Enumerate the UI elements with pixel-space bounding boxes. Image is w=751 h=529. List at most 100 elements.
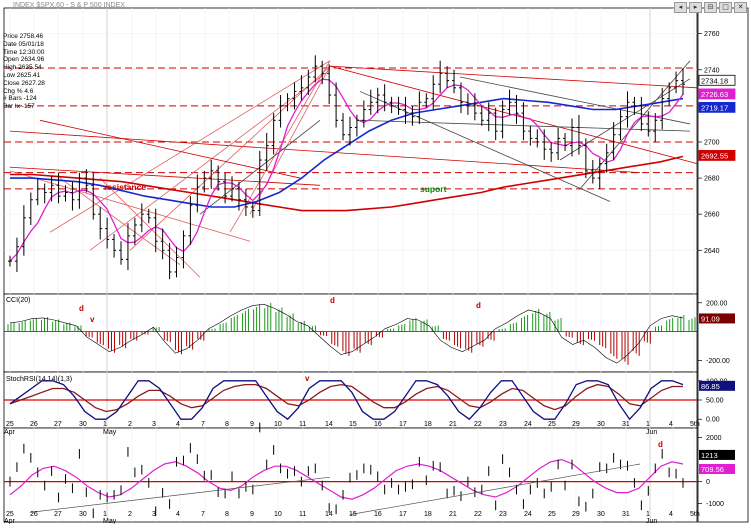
x-label-bottom-5: 2 xyxy=(128,511,132,518)
cci-ytick-label-1: -200.00 xyxy=(706,358,730,365)
x-label-top-9: 8 xyxy=(225,421,229,428)
price-ytick-label-5: 2740 xyxy=(704,67,720,74)
x-label-top-14: 15 xyxy=(349,421,357,428)
x-label-bottom-26: 1 xyxy=(646,511,650,518)
x-label-top-27: 4 xyxy=(669,421,673,428)
panel-frame-0 xyxy=(3,7,698,295)
window-buttons: ◂ ▸ ⊟ □ ✕ xyxy=(674,2,747,13)
annotation-suport: suport xyxy=(420,184,447,194)
x-label-top-0: 25 xyxy=(6,421,14,428)
x-label-bottom-24: 30 xyxy=(597,511,605,518)
stoch-title: StochRSI(14,14)(1,3) xyxy=(6,376,72,383)
cci-annotation-d-0: d xyxy=(79,304,84,313)
x-label-bottom-8: 7 xyxy=(201,511,205,518)
x-label-bottom-3: 30 xyxy=(79,511,87,518)
cci-title: CCI(20) xyxy=(6,297,31,304)
info-barix: Bar Ix -157 xyxy=(3,103,35,111)
cci-ytick-label-0: 200.00 xyxy=(706,300,728,307)
osc-ytick-label-1: 0 xyxy=(706,479,710,486)
x-label-bottom-23: 29 xyxy=(572,511,580,518)
scroll-right-button[interactable]: ▸ xyxy=(689,2,702,13)
x-label-top-12: 11 xyxy=(299,421,306,428)
x-label-bottom-27: 4 xyxy=(669,511,673,518)
x-label-bottom-7: 4 xyxy=(176,511,180,518)
x-label-bottom-28: 5th xyxy=(690,511,700,518)
close-button[interactable]: ✕ xyxy=(734,2,747,13)
x-label-bottom-14: 15 xyxy=(349,511,357,518)
maximize-button[interactable]: □ xyxy=(719,2,732,13)
x-label-top-17: 18 xyxy=(424,421,432,428)
level-label-1: 2726.63 xyxy=(701,90,728,99)
info-low: Low 2625.41 xyxy=(3,71,41,79)
window-title: INDEX $SPX,60 - S & P 500 INDEX xyxy=(13,2,125,9)
x-label-top-18: 21 xyxy=(449,421,457,428)
cci-annotation-d-2: d xyxy=(476,301,481,310)
osc-ytick-label-2: -1000 xyxy=(706,501,724,508)
x-label-top-16: 17 xyxy=(399,421,407,428)
x-label-bottom-10: 9 xyxy=(250,511,254,518)
price-ytick-label-6: 2760 xyxy=(704,31,720,38)
price-ytick-label-3: 2700 xyxy=(704,139,720,146)
x-label-bottom-1: 26 xyxy=(30,511,38,518)
price-info-box: Price 2758.46 Date 05/01/18 Time 12:30:0… xyxy=(3,33,45,111)
month-label-top-0: Apr xyxy=(4,429,16,436)
x-label-bottom-9: 8 xyxy=(225,511,229,518)
x-label-bottom-25: 31 xyxy=(622,511,630,518)
x-label-bottom-19: 22 xyxy=(474,511,482,518)
minimize-button[interactable]: ⊟ xyxy=(704,2,717,13)
cci-value-label: 91.09 xyxy=(701,314,720,323)
info-close: Close 2627.28 xyxy=(3,79,45,87)
price-ytick-label-0: 2640 xyxy=(704,248,720,255)
x-label-bottom-11: 10 xyxy=(274,511,282,518)
scroll-left-button[interactable]: ◂ xyxy=(674,2,687,13)
month-label-bottom-2: Jun xyxy=(646,518,657,524)
stoch-ytick-label-1: 50.00 xyxy=(706,398,724,405)
month-label-bottom-0: Apr xyxy=(4,518,16,524)
x-label-top-11: 10 xyxy=(274,421,282,428)
x-label-top-20: 23 xyxy=(499,421,507,428)
x-label-bottom-4: 1 xyxy=(103,511,107,518)
x-label-bottom-21: 24 xyxy=(524,511,532,518)
info-chg: Chg % 4.6 xyxy=(3,87,34,95)
cci-annotation-v: v xyxy=(90,315,95,324)
x-label-bottom-6: 3 xyxy=(152,511,156,518)
info-open: Open 2634.96 xyxy=(3,56,45,64)
x-label-bottom-18: 21 xyxy=(449,511,457,518)
x-label-top-8: 7 xyxy=(201,421,205,428)
level-label-3: 2692.55 xyxy=(701,151,728,160)
x-label-top-4: 1 xyxy=(103,421,107,428)
x-label-top-13: 14 xyxy=(325,421,333,428)
level-label-0: 2734.18 xyxy=(701,76,728,85)
info-date: Date 05/01/18 xyxy=(3,40,44,48)
x-label-top-10: 9 xyxy=(250,421,254,428)
x-label-top-7: 4 xyxy=(176,421,180,428)
x-label-top-23: 29 xyxy=(572,421,580,428)
x-label-bottom-20: 23 xyxy=(499,511,507,518)
info-bars: # Bars -124 xyxy=(3,95,37,103)
panel-frame-1 xyxy=(3,293,698,373)
x-label-top-3: 30 xyxy=(79,421,87,428)
x-label-top-5: 2 xyxy=(128,421,132,428)
x-label-top-24: 30 xyxy=(597,421,605,428)
month-label-bottom-1: May xyxy=(103,518,117,524)
month-label-top-1: May xyxy=(103,429,117,436)
cci-annotation-d-1: d xyxy=(330,296,335,305)
x-label-top-26: 1 xyxy=(646,421,650,428)
stoch-ytick-label-2: 0.00 xyxy=(706,417,720,424)
x-label-bottom-17: 18 xyxy=(424,511,432,518)
x-label-top-1: 26 xyxy=(30,421,38,428)
panel-frame-3 xyxy=(3,427,698,523)
level-label-2: 2719.17 xyxy=(701,103,728,112)
x-label-top-28: 5th xyxy=(690,421,700,428)
osc-ytick-label-0: 2000 xyxy=(706,435,722,442)
annotation-resistance: resistance xyxy=(104,182,146,192)
stoch-value-label: 86.85 xyxy=(701,382,720,391)
osc-annotation-d: d xyxy=(658,440,663,449)
info-price: Price 2758.46 xyxy=(3,33,44,40)
info-time: Time 12:30:00 xyxy=(3,48,45,56)
x-label-bottom-13: 14 xyxy=(325,511,333,518)
osc-value-label-1: 1213 xyxy=(701,451,718,460)
x-label-bottom-0: 25 xyxy=(6,511,14,518)
stoch-annotation-v: v xyxy=(305,374,310,383)
x-label-bottom-2: 27 xyxy=(54,511,62,518)
